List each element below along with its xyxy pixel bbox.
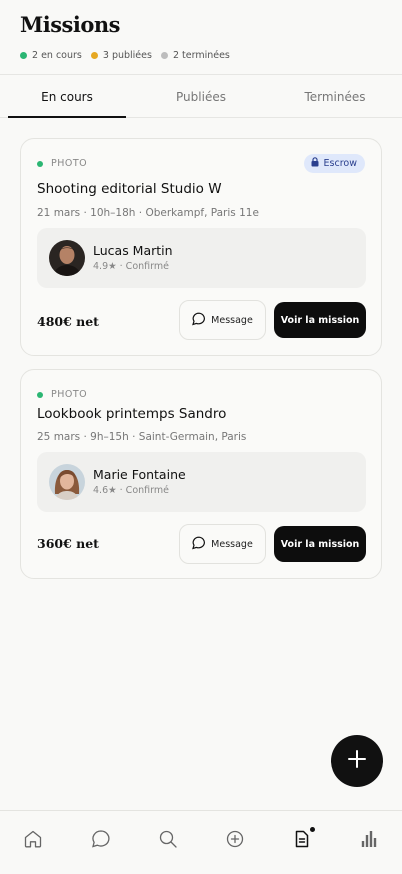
mission-card[interactable]: PHOTO Escrow Shooting editorial Studio W… (20, 138, 382, 356)
plus-icon (348, 750, 366, 772)
stat-label: 2 en cours (32, 50, 82, 61)
bottom-nav (0, 810, 402, 874)
document-icon (292, 829, 312, 853)
escrow-label: Escrow (323, 158, 357, 169)
tab-bar: En cours Publiées Terminées (0, 74, 402, 118)
stat-label: 3 publiées (102, 50, 152, 61)
message-button[interactable]: Message (179, 300, 266, 340)
assigned-person[interactable]: Lucas Martin 4.9★ · Confirmé (37, 228, 366, 288)
nav-messages[interactable] (89, 829, 113, 853)
nav-search[interactable] (156, 829, 180, 853)
add-mission-button[interactable] (331, 735, 383, 787)
status-summary: 2 en cours 3 publiées 2 terminées (20, 50, 230, 61)
chat-bubble-icon (192, 312, 206, 329)
message-button[interactable]: Message (179, 524, 266, 564)
mission-card[interactable]: PHOTO Lookbook printemps Sandro 25 mars … (20, 369, 382, 579)
avatar (49, 464, 85, 500)
view-mission-button[interactable]: Voir la mission (274, 526, 366, 562)
mission-title: Lookbook printemps Sandro (37, 406, 227, 422)
tab-terminees[interactable]: Terminées (276, 75, 394, 118)
lock-icon (311, 157, 319, 170)
mission-price: 360€ net (37, 536, 99, 551)
mission-category: PHOTO (37, 389, 87, 400)
tab-en-cours[interactable]: En cours (8, 75, 126, 118)
person-name: Marie Fontaine (93, 467, 186, 482)
view-mission-button[interactable]: Voir la mission (274, 302, 366, 338)
nav-missions[interactable] (290, 827, 315, 853)
nav-create[interactable] (223, 829, 247, 853)
status-dot-orange (90, 52, 98, 59)
person-name: Lucas Martin (93, 243, 173, 258)
bar-chart-icon (359, 829, 379, 853)
person-rating: 4.6★ · Confirmé (93, 485, 169, 496)
escrow-badge: Escrow (303, 154, 365, 173)
mission-price: 480€ net (37, 314, 99, 329)
page-title: Missions (20, 12, 120, 37)
tab-publiees[interactable]: Publiées (141, 75, 261, 118)
chat-bubble-icon (192, 536, 206, 553)
nav-stats[interactable] (357, 829, 381, 853)
stat-en-cours: 2 en cours (20, 50, 82, 61)
status-dot-green (37, 160, 43, 167)
message-label: Message (211, 538, 253, 550)
assigned-person[interactable]: Marie Fontaine 4.6★ · Confirmé (37, 452, 366, 512)
category-label: PHOTO (51, 389, 88, 400)
notification-dot (310, 827, 315, 832)
message-label: Message (211, 314, 253, 326)
chat-icon (91, 829, 111, 853)
category-label: PHOTO (51, 158, 88, 169)
status-dot-green (37, 391, 43, 398)
status-dot-green (20, 52, 27, 59)
mission-title: Shooting editorial Studio W (37, 181, 222, 197)
stat-publiees: 3 publiées (90, 50, 152, 61)
stat-label: 2 terminées (172, 50, 230, 61)
mission-meta: 21 mars · 10h–18h · Oberkampf, Paris 11e (37, 207, 259, 219)
stat-terminees: 2 terminées (160, 50, 230, 61)
tab-active-indicator (8, 116, 126, 118)
plus-circle-icon (225, 829, 245, 853)
mission-category: PHOTO (37, 158, 87, 169)
person-rating: 4.9★ · Confirmé (93, 261, 169, 272)
search-icon (158, 829, 178, 853)
status-dot-grey (160, 52, 168, 59)
header: Missions 2 en cours 3 publiées 2 terminé… (0, 0, 402, 74)
mission-meta: 25 mars · 9h–15h · Saint-Germain, Paris (37, 431, 247, 443)
nav-home[interactable] (21, 829, 45, 853)
home-icon (23, 829, 43, 853)
avatar (49, 240, 85, 276)
